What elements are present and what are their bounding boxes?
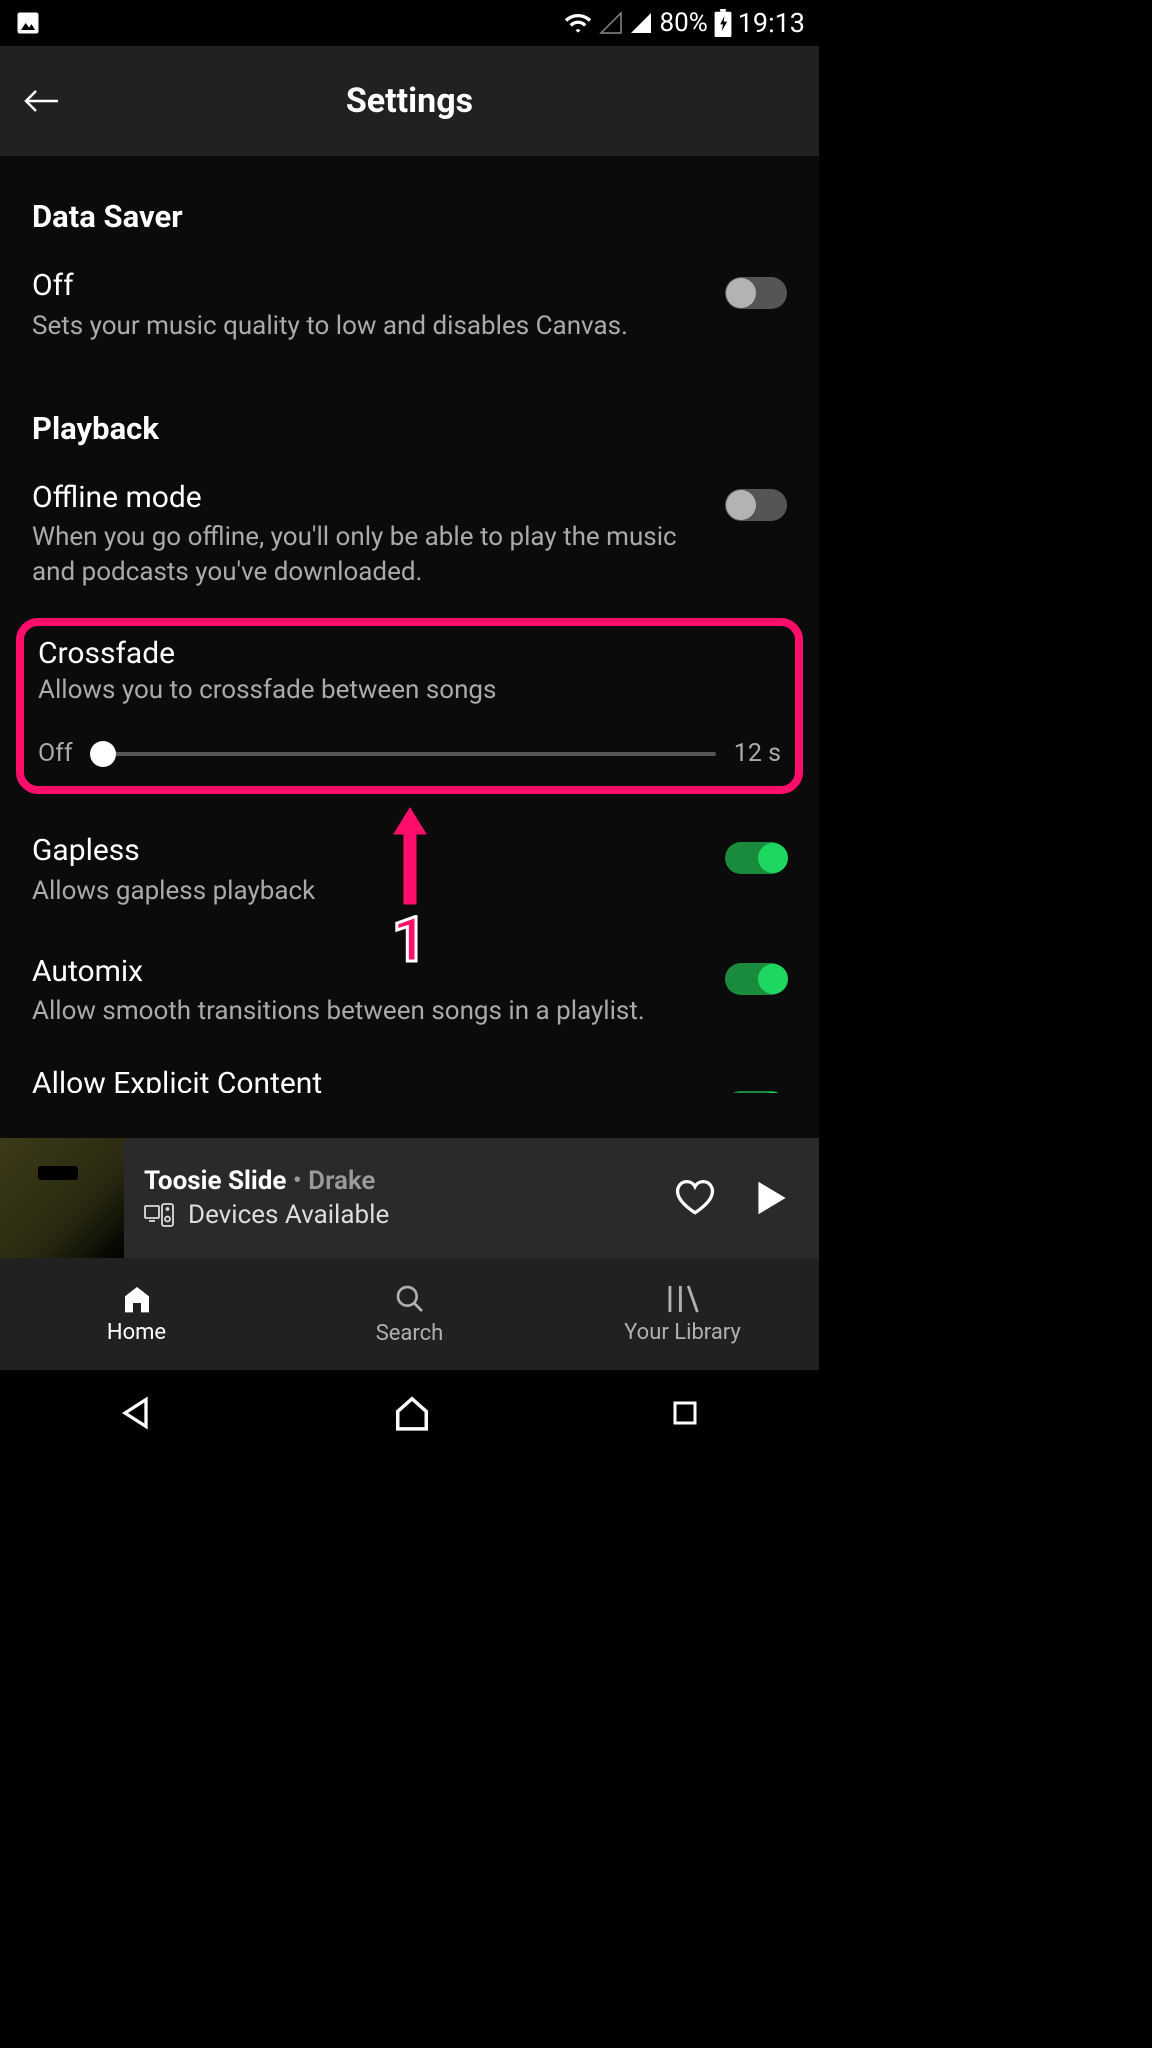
nav-search[interactable]: Search xyxy=(273,1258,546,1370)
android-home-button[interactable] xyxy=(393,1395,431,1431)
android-nav-bar xyxy=(0,1370,819,1456)
setting-subtitle: Allow smooth transitions between songs i… xyxy=(32,994,701,1029)
battery-percent: 80% xyxy=(659,8,707,38)
crossfade-left-label: Off xyxy=(38,739,73,768)
nav-label: Home xyxy=(107,1320,166,1345)
bottom-nav: Home Search Your Library xyxy=(0,1258,819,1370)
setting-subtitle: When you go offline, you'll only be able… xyxy=(32,520,701,590)
image-icon xyxy=(14,9,42,37)
nav-label: Search xyxy=(376,1321,444,1346)
battery-charging-icon xyxy=(714,9,732,37)
setting-gapless[interactable]: Gapless Allows gapless playback xyxy=(0,802,819,915)
now-playing-bar[interactable]: Toosie Slide • Drake Devices Available xyxy=(0,1138,819,1258)
toggle-gapless[interactable] xyxy=(725,842,787,874)
track-name: Toosie Slide xyxy=(144,1166,286,1196)
setting-explicit[interactable]: Allow Explicit Content Turn on to play e… xyxy=(0,1035,819,1093)
setting-title: Allow Explicit Content xyxy=(32,1065,701,1093)
like-button[interactable] xyxy=(675,1180,715,1216)
setting-title: Off xyxy=(32,267,701,305)
status-bar: 80% 19:13 xyxy=(0,0,819,46)
nav-label: Your Library xyxy=(624,1320,741,1345)
now-playing-title-line: Toosie Slide • Drake xyxy=(144,1166,675,1196)
slider-thumb[interactable] xyxy=(90,741,116,767)
setting-subtitle: Sets your music quality to low and disab… xyxy=(32,309,701,344)
settings-content: Data Saver Off Sets your music quality t… xyxy=(0,156,819,1138)
setting-title: Offline mode xyxy=(32,479,701,517)
clock: 19:13 xyxy=(738,7,805,39)
page-title: Settings xyxy=(0,81,819,121)
setting-offline-mode[interactable]: Offline mode When you go offline, you'll… xyxy=(0,459,819,597)
setting-title: Automix xyxy=(32,953,701,991)
toggle-explicit[interactable] xyxy=(725,1091,787,1093)
setting-title: Gapless xyxy=(32,832,701,870)
crossfade-right-label: 12 s xyxy=(734,739,781,768)
setting-crossfade-highlight: Crossfade Allows you to crossfade betwee… xyxy=(16,618,803,794)
setting-subtitle: Allows you to crossfade between songs xyxy=(38,675,781,705)
nav-library[interactable]: Your Library xyxy=(546,1258,819,1370)
nav-home[interactable]: Home xyxy=(0,1258,273,1370)
setting-automix[interactable]: Automix Allow smooth transitions between… xyxy=(0,915,819,1036)
signal-empty-icon xyxy=(599,11,623,35)
setting-subtitle: Allows gapless playback xyxy=(32,874,701,909)
setting-title: Crossfade xyxy=(38,636,781,671)
setting-data-saver-off[interactable]: Off Sets your music quality to low and d… xyxy=(0,247,819,350)
wifi-icon xyxy=(563,11,593,35)
toggle-data-saver[interactable] xyxy=(725,277,787,309)
section-playback: Playback xyxy=(0,350,819,459)
signal-full-icon xyxy=(629,11,653,35)
back-button[interactable] xyxy=(20,79,64,123)
play-button[interactable] xyxy=(755,1179,789,1217)
crossfade-slider[interactable] xyxy=(91,752,716,756)
android-recent-button[interactable] xyxy=(670,1398,700,1428)
section-data-saver: Data Saver xyxy=(0,156,819,247)
android-back-button[interactable] xyxy=(119,1395,155,1431)
devices-icon[interactable] xyxy=(144,1203,174,1227)
separator: • xyxy=(286,1166,308,1196)
toggle-automix[interactable] xyxy=(725,963,787,995)
settings-header: Settings xyxy=(0,46,819,156)
toggle-offline-mode[interactable] xyxy=(725,489,787,521)
album-art[interactable] xyxy=(0,1138,124,1258)
artist-name: Drake xyxy=(308,1166,375,1196)
devices-label[interactable]: Devices Available xyxy=(188,1200,389,1230)
